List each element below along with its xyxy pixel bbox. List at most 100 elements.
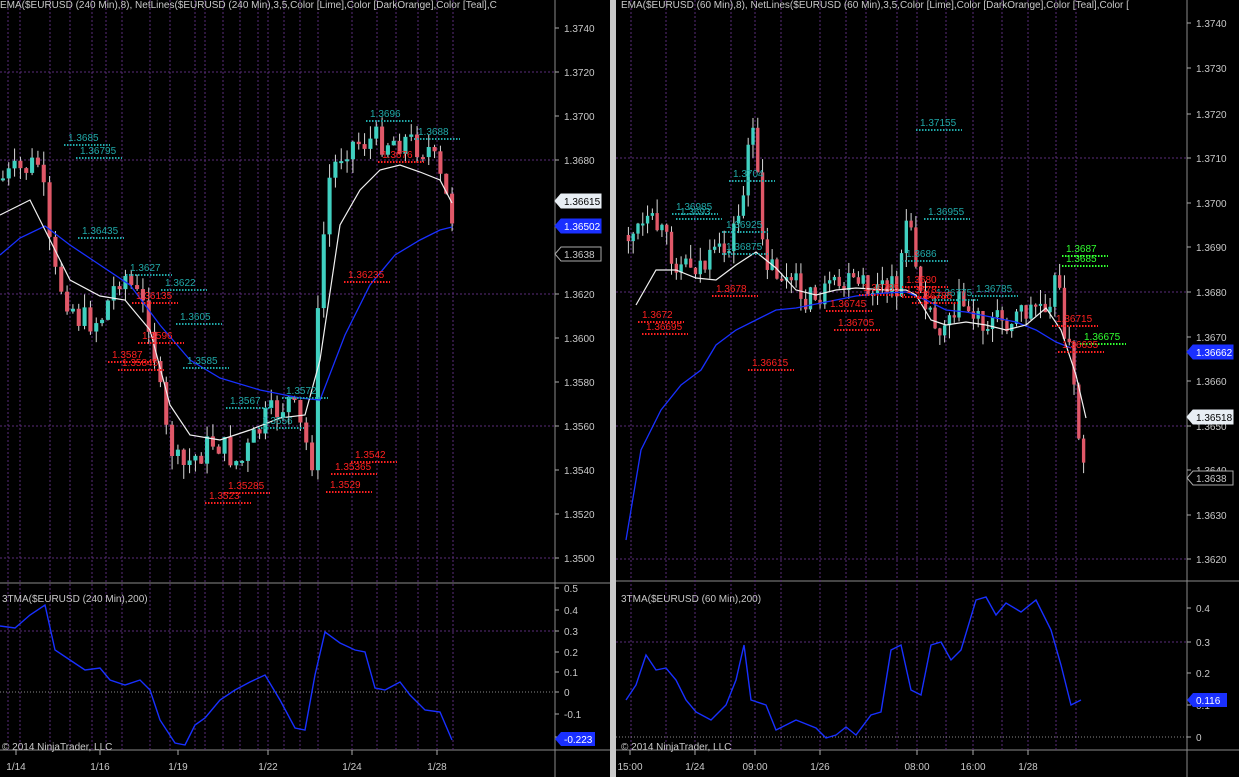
candle-body bbox=[693, 267, 698, 275]
indicator-tick-label: 0 bbox=[1196, 733, 1202, 744]
price-badge-label: 1.36662 bbox=[1196, 348, 1233, 359]
price-badge-label: 1.3638 bbox=[564, 250, 595, 261]
indicator-panel-title: 3TMA($EURUSD (60 Min),200) bbox=[621, 594, 762, 605]
candle-body bbox=[684, 258, 688, 265]
candle-body bbox=[228, 437, 233, 466]
indicator-tick-label: 0.4 bbox=[1196, 604, 1210, 615]
netline-label: 1.35365 bbox=[335, 462, 372, 473]
candle-body bbox=[286, 396, 291, 413]
candle-body bbox=[234, 461, 239, 466]
time-axis-label: 1/19 bbox=[168, 762, 188, 773]
candle-body bbox=[117, 286, 122, 290]
price-tick-label: 1.3690 bbox=[1196, 243, 1227, 254]
candle-body bbox=[41, 164, 46, 183]
netline-label: 1.36435 bbox=[82, 226, 119, 237]
candle-body bbox=[626, 235, 631, 242]
price-tick-label: 1.3740 bbox=[564, 24, 595, 35]
candle-body bbox=[698, 260, 702, 275]
price-badge-label: 1.36615 bbox=[564, 197, 601, 208]
candle-body bbox=[933, 307, 937, 329]
price-tick-label: 1.3710 bbox=[1196, 154, 1227, 165]
candle-body bbox=[717, 243, 722, 247]
candle-body bbox=[674, 263, 678, 273]
candle-body bbox=[30, 157, 35, 173]
price-tick-label: 1.3660 bbox=[1196, 377, 1227, 388]
price-tick-label: 1.3620 bbox=[1196, 555, 1227, 566]
price-tick-label: 1.3560 bbox=[564, 422, 595, 433]
candle-body bbox=[1019, 305, 1023, 312]
indicator-tick-label: -0.1 bbox=[564, 710, 582, 721]
time-axis-label: 1/28 bbox=[427, 762, 447, 773]
price-tick-label: 1.3720 bbox=[564, 68, 595, 79]
chart-canvas-60min[interactable]: 1.371551.37041.36985 1.369551.36931.36925… bbox=[616, 0, 1239, 777]
candle-body bbox=[94, 323, 99, 332]
netline-label: 1.3688 bbox=[418, 127, 449, 138]
candle-body bbox=[837, 276, 841, 287]
candle-body bbox=[636, 223, 640, 234]
price-badge-label: 1.36518 bbox=[1196, 413, 1233, 424]
time-axis-label: 1/26 bbox=[810, 762, 830, 773]
tma-indicator-line bbox=[625, 596, 1082, 739]
candle-body bbox=[689, 258, 693, 268]
price-tick-label: 1.3600 bbox=[564, 334, 595, 345]
candle-body bbox=[799, 273, 803, 299]
candle-body bbox=[995, 310, 1000, 318]
candle-body bbox=[856, 277, 861, 284]
candle-body bbox=[350, 141, 355, 160]
price-tick-label: 1.3700 bbox=[564, 112, 595, 123]
candle-body bbox=[210, 436, 215, 447]
candle-body bbox=[164, 382, 169, 425]
candle-body bbox=[0, 178, 5, 181]
candle-body bbox=[909, 220, 913, 228]
netline-label: 1.3596 bbox=[142, 331, 173, 342]
netline-label: 1.36955 bbox=[928, 207, 965, 218]
candle-body bbox=[780, 278, 784, 281]
time-axis-label: 1/24 bbox=[342, 762, 362, 773]
candle-body bbox=[645, 215, 650, 224]
indicator-tick-label: 0.3 bbox=[1196, 638, 1210, 649]
candle-body bbox=[345, 159, 350, 162]
candle-body bbox=[193, 455, 198, 461]
chart-pane-60min[interactable]: 1.37155 1.3704 1.36985 1.36955 1.3693 1.36925… bbox=[616, 0, 1239, 777]
indicator-tick-label: 0.4 bbox=[564, 606, 578, 617]
price-tick-label: 1.3620 bbox=[564, 290, 595, 301]
netline-label: 1.36875 bbox=[726, 242, 763, 253]
chart-pane-240min[interactable]: 1.3685 1.36795 1.36435 1.3627 1.3622 1.3605 1.… bbox=[0, 0, 610, 777]
candle-body bbox=[199, 455, 204, 464]
indicator-tick-label: 0.1 bbox=[564, 668, 578, 679]
candle-body bbox=[409, 134, 414, 137]
candle-body bbox=[135, 285, 140, 290]
ema-line bbox=[635, 251, 1087, 419]
candle-body bbox=[181, 449, 186, 466]
time-axis-label: 1/22 bbox=[258, 762, 278, 773]
time-axis-label: 16:00 bbox=[960, 762, 985, 773]
candle-body bbox=[438, 151, 443, 174]
chart-canvas-240min[interactable]: 1.3685 1.36795 1.36435 1.3627 1.3622 1.3605 1.… bbox=[0, 0, 610, 777]
candle-body bbox=[24, 168, 29, 173]
candle-body bbox=[59, 266, 64, 292]
candle-body bbox=[981, 311, 985, 331]
candle-body bbox=[356, 141, 361, 145]
candle-body bbox=[251, 429, 256, 443]
candle-body bbox=[650, 213, 655, 216]
candle-body bbox=[70, 308, 75, 312]
candle-body bbox=[804, 298, 808, 310]
price-tick-label: 1.3580 bbox=[564, 378, 595, 389]
candle-body bbox=[245, 442, 250, 461]
candle-body bbox=[938, 328, 942, 336]
netline-label: 1.36745 bbox=[830, 299, 867, 310]
netline-label: 1.36705 bbox=[838, 318, 875, 329]
time-axis-label: 08:00 bbox=[904, 762, 929, 773]
candle-body bbox=[823, 283, 827, 305]
netline-label: 1.37155 bbox=[920, 118, 957, 129]
netline-label: 1.36795 bbox=[80, 146, 117, 157]
candle-body bbox=[971, 311, 976, 319]
candle-body bbox=[756, 127, 760, 173]
netline-label: 1.3572 bbox=[286, 386, 317, 397]
price-tick-label: 1.3680 bbox=[564, 156, 595, 167]
netline-label: 1.3693 bbox=[680, 207, 711, 218]
netline-label: 1.3685 bbox=[68, 133, 99, 144]
netline-label: 1.3585 bbox=[187, 356, 218, 367]
candle-body bbox=[269, 400, 274, 408]
candle-body bbox=[82, 307, 87, 326]
